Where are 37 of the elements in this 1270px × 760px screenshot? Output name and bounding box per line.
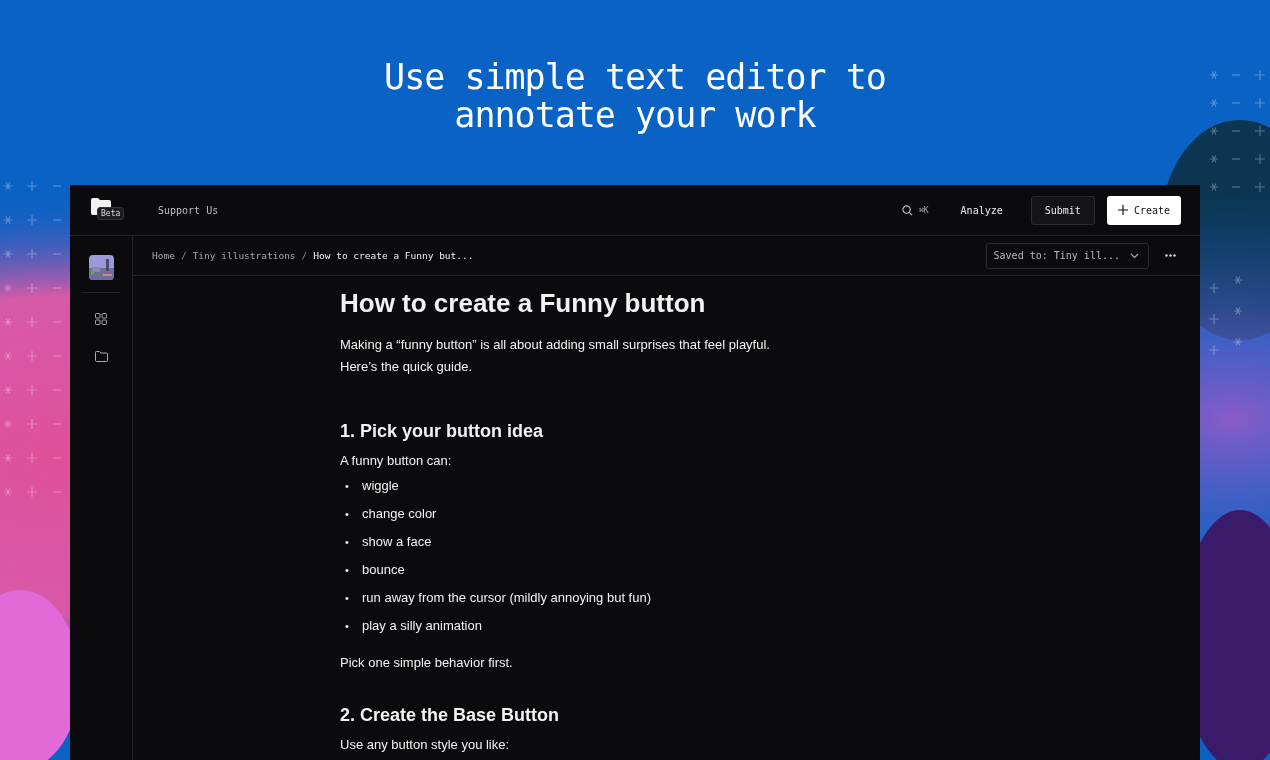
submit-button[interactable]: Submit bbox=[1030, 195, 1095, 225]
folder-icon[interactable] bbox=[94, 351, 108, 362]
shortcut-hint: ⌘K bbox=[918, 205, 929, 215]
bullet-marker: • bbox=[345, 563, 350, 578]
intro-paragraph: Making a “funny button” is all about adding small surprises that feel playful. Here’s the quick guide. bbox=[340, 336, 771, 376]
bullet-marker: • bbox=[345, 591, 350, 606]
chevron-down-icon bbox=[1130, 252, 1139, 259]
section-text: Pick one simple behavior first. bbox=[340, 654, 514, 672]
headline: Use simple text editor to annotate your work bbox=[384, 58, 886, 137]
breadcrumb-current: How to create a Funny but... bbox=[313, 250, 474, 261]
plus-icon bbox=[1117, 205, 1128, 215]
bullet-marker: • bbox=[345, 535, 350, 550]
analyze-button[interactable]: Analyze bbox=[960, 196, 1003, 224]
breadcrumb-separator: / bbox=[180, 250, 187, 261]
bullet-item: bounce bbox=[362, 562, 405, 578]
beta-badge: Beta bbox=[97, 207, 125, 220]
breadcrumb-link[interactable]: Home bbox=[152, 250, 175, 261]
breadcrumb-link[interactable]: Tiny illustrations bbox=[192, 250, 296, 261]
create-button[interactable]: Create bbox=[1106, 195, 1181, 225]
bullet-item: wiggle bbox=[362, 478, 399, 494]
grid-icon[interactable] bbox=[95, 313, 107, 325]
section-text: A funny button can: bbox=[340, 452, 453, 470]
section-text: Use any button style you like: bbox=[340, 736, 511, 754]
bullet-item: show a face bbox=[362, 534, 432, 550]
saved-to-dropdown[interactable]: Saved to: Tiny ill... bbox=[985, 242, 1149, 269]
bullet-marker: • bbox=[345, 479, 350, 494]
breadcrumb-separator: / bbox=[301, 250, 308, 261]
bullet-item: play a silly animation bbox=[362, 618, 482, 634]
bullet-marker: • bbox=[345, 507, 350, 522]
support-link[interactable]: Support Us bbox=[158, 204, 219, 216]
bullet-marker: • bbox=[345, 619, 350, 634]
document-title: How to create a Funny button bbox=[340, 288, 707, 318]
section-heading: 1. Pick your button idea bbox=[340, 420, 545, 442]
section-heading: 2. Create the Base Button bbox=[340, 704, 561, 726]
bullet-item: run away from the cursor (mildly annoying but fun) bbox=[362, 590, 651, 606]
bullet-item: change color bbox=[362, 506, 437, 522]
search-icon[interactable] bbox=[901, 204, 913, 216]
